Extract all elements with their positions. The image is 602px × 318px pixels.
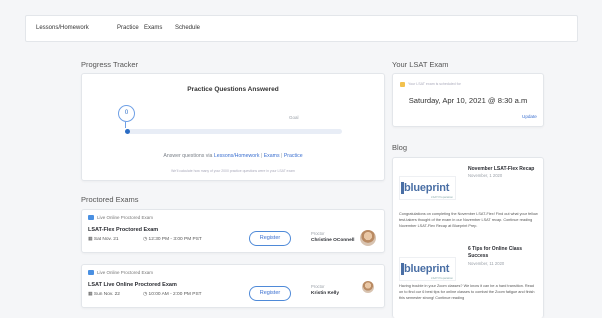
exam-date: ▦ Sun Nov. 22	[88, 292, 120, 297]
exam-time: ◷ 12:30 PM - 3:00 PM PST	[143, 237, 202, 242]
blog-post-title[interactable]: November LSAT-Flex Recap	[468, 166, 534, 172]
update-link[interactable]: Update	[522, 114, 537, 119]
register-button[interactable]: Register	[249, 231, 291, 246]
blueprint-logo: blueprint LSAT Preparation	[399, 257, 456, 281]
blog-post-title[interactable]: 6 Tips for Online Class Success	[468, 246, 538, 259]
tab-practice[interactable]: Practice	[117, 25, 139, 31]
tab-schedule[interactable]: Schedule	[175, 25, 200, 31]
blueprint-logo: blueprint LSAT Preparation	[399, 176, 456, 200]
answer-via-row: Answer questions via Lessons/Homework | …	[82, 153, 384, 159]
exam-tag: Live Online Proctored Exam	[88, 270, 153, 275]
blog-post-date: November, 11 2020	[468, 261, 505, 266]
proctor-label: Proctor	[311, 231, 325, 236]
proctor-avatar	[362, 281, 374, 293]
register-button[interactable]: Register	[249, 286, 291, 301]
blog-card: blueprint LSAT Preparation November LSAT-…	[392, 157, 544, 318]
tab-lessons-homework[interactable]: Lessons/Homework	[36, 25, 89, 31]
link-practice[interactable]: Practice	[284, 153, 303, 159]
progress-footnote: We'll calculate how many of your 2000 pr…	[171, 169, 295, 173]
exam-card-2: Live Online Proctored Exam LSAT Live Onl…	[81, 264, 385, 308]
progress-card-title: Practice Questions Answered	[187, 86, 279, 93]
progress-tracker-title: Progress Tracker	[81, 60, 139, 69]
blog-post-excerpt: Having trouble in your Zoom classes? We …	[399, 284, 535, 301]
exam-title: LSAT Live Online Proctored Exam	[88, 282, 177, 288]
blog-post-date: November, 1 2020	[468, 173, 503, 178]
exam-date: ▦ Sat Nov. 21	[88, 237, 119, 242]
blog-post-excerpt: Congratulations on completing the Novemb…	[399, 212, 538, 229]
exam-title: LSAT-Flex Proctored Exam	[88, 227, 159, 233]
separator-1: |	[260, 153, 263, 159]
lsat-exam-title: Your LSAT Exam	[392, 60, 449, 69]
answer-prompt: Answer questions via	[163, 153, 213, 159]
progress-track	[125, 129, 342, 134]
proctor-name: Christine OConnell	[311, 238, 355, 243]
tab-exams[interactable]: Exams	[144, 25, 162, 31]
live-online-icon	[88, 215, 94, 220]
exam-tag: Live Online Proctored Exam	[88, 215, 153, 220]
proctor-label: Proctor	[311, 284, 325, 289]
proctor-avatar	[360, 230, 376, 246]
blog-title: Blog	[392, 143, 408, 152]
calendar-icon	[400, 82, 405, 87]
link-lessons-homework[interactable]: Lessons/Homework	[214, 153, 260, 159]
proctored-exams-title: Proctored Exams	[81, 195, 139, 204]
progress-goal-label: Goal	[289, 115, 299, 120]
lsat-exam-date: Saturday, Apr 10, 2021 @ 8:30 a.m	[408, 96, 528, 105]
proctor-name: Kristin Kelly	[311, 291, 339, 296]
link-exams[interactable]: Exams	[264, 153, 280, 159]
progress-fill	[125, 129, 130, 134]
lsat-exam-small-label: Your LSAT exam is scheduled for	[408, 82, 461, 86]
exam-card-1: Live Online Proctored Exam LSAT-Flex Pro…	[81, 209, 385, 253]
progress-value: 0	[124, 110, 129, 116]
lsat-exam-card: Your LSAT exam is scheduled for Saturday…	[392, 73, 544, 127]
top-nav: Lessons/Homework Practice Exams Schedule	[25, 15, 578, 42]
progress-card: Practice Questions Answered 0 Goal Answe…	[81, 73, 385, 181]
live-online-icon	[88, 270, 94, 275]
separator-2: |	[281, 153, 283, 159]
exam-time: ◷ 10:00 AM - 2:00 PM PST	[143, 292, 202, 297]
progress-marker-stem	[125, 122, 126, 128]
